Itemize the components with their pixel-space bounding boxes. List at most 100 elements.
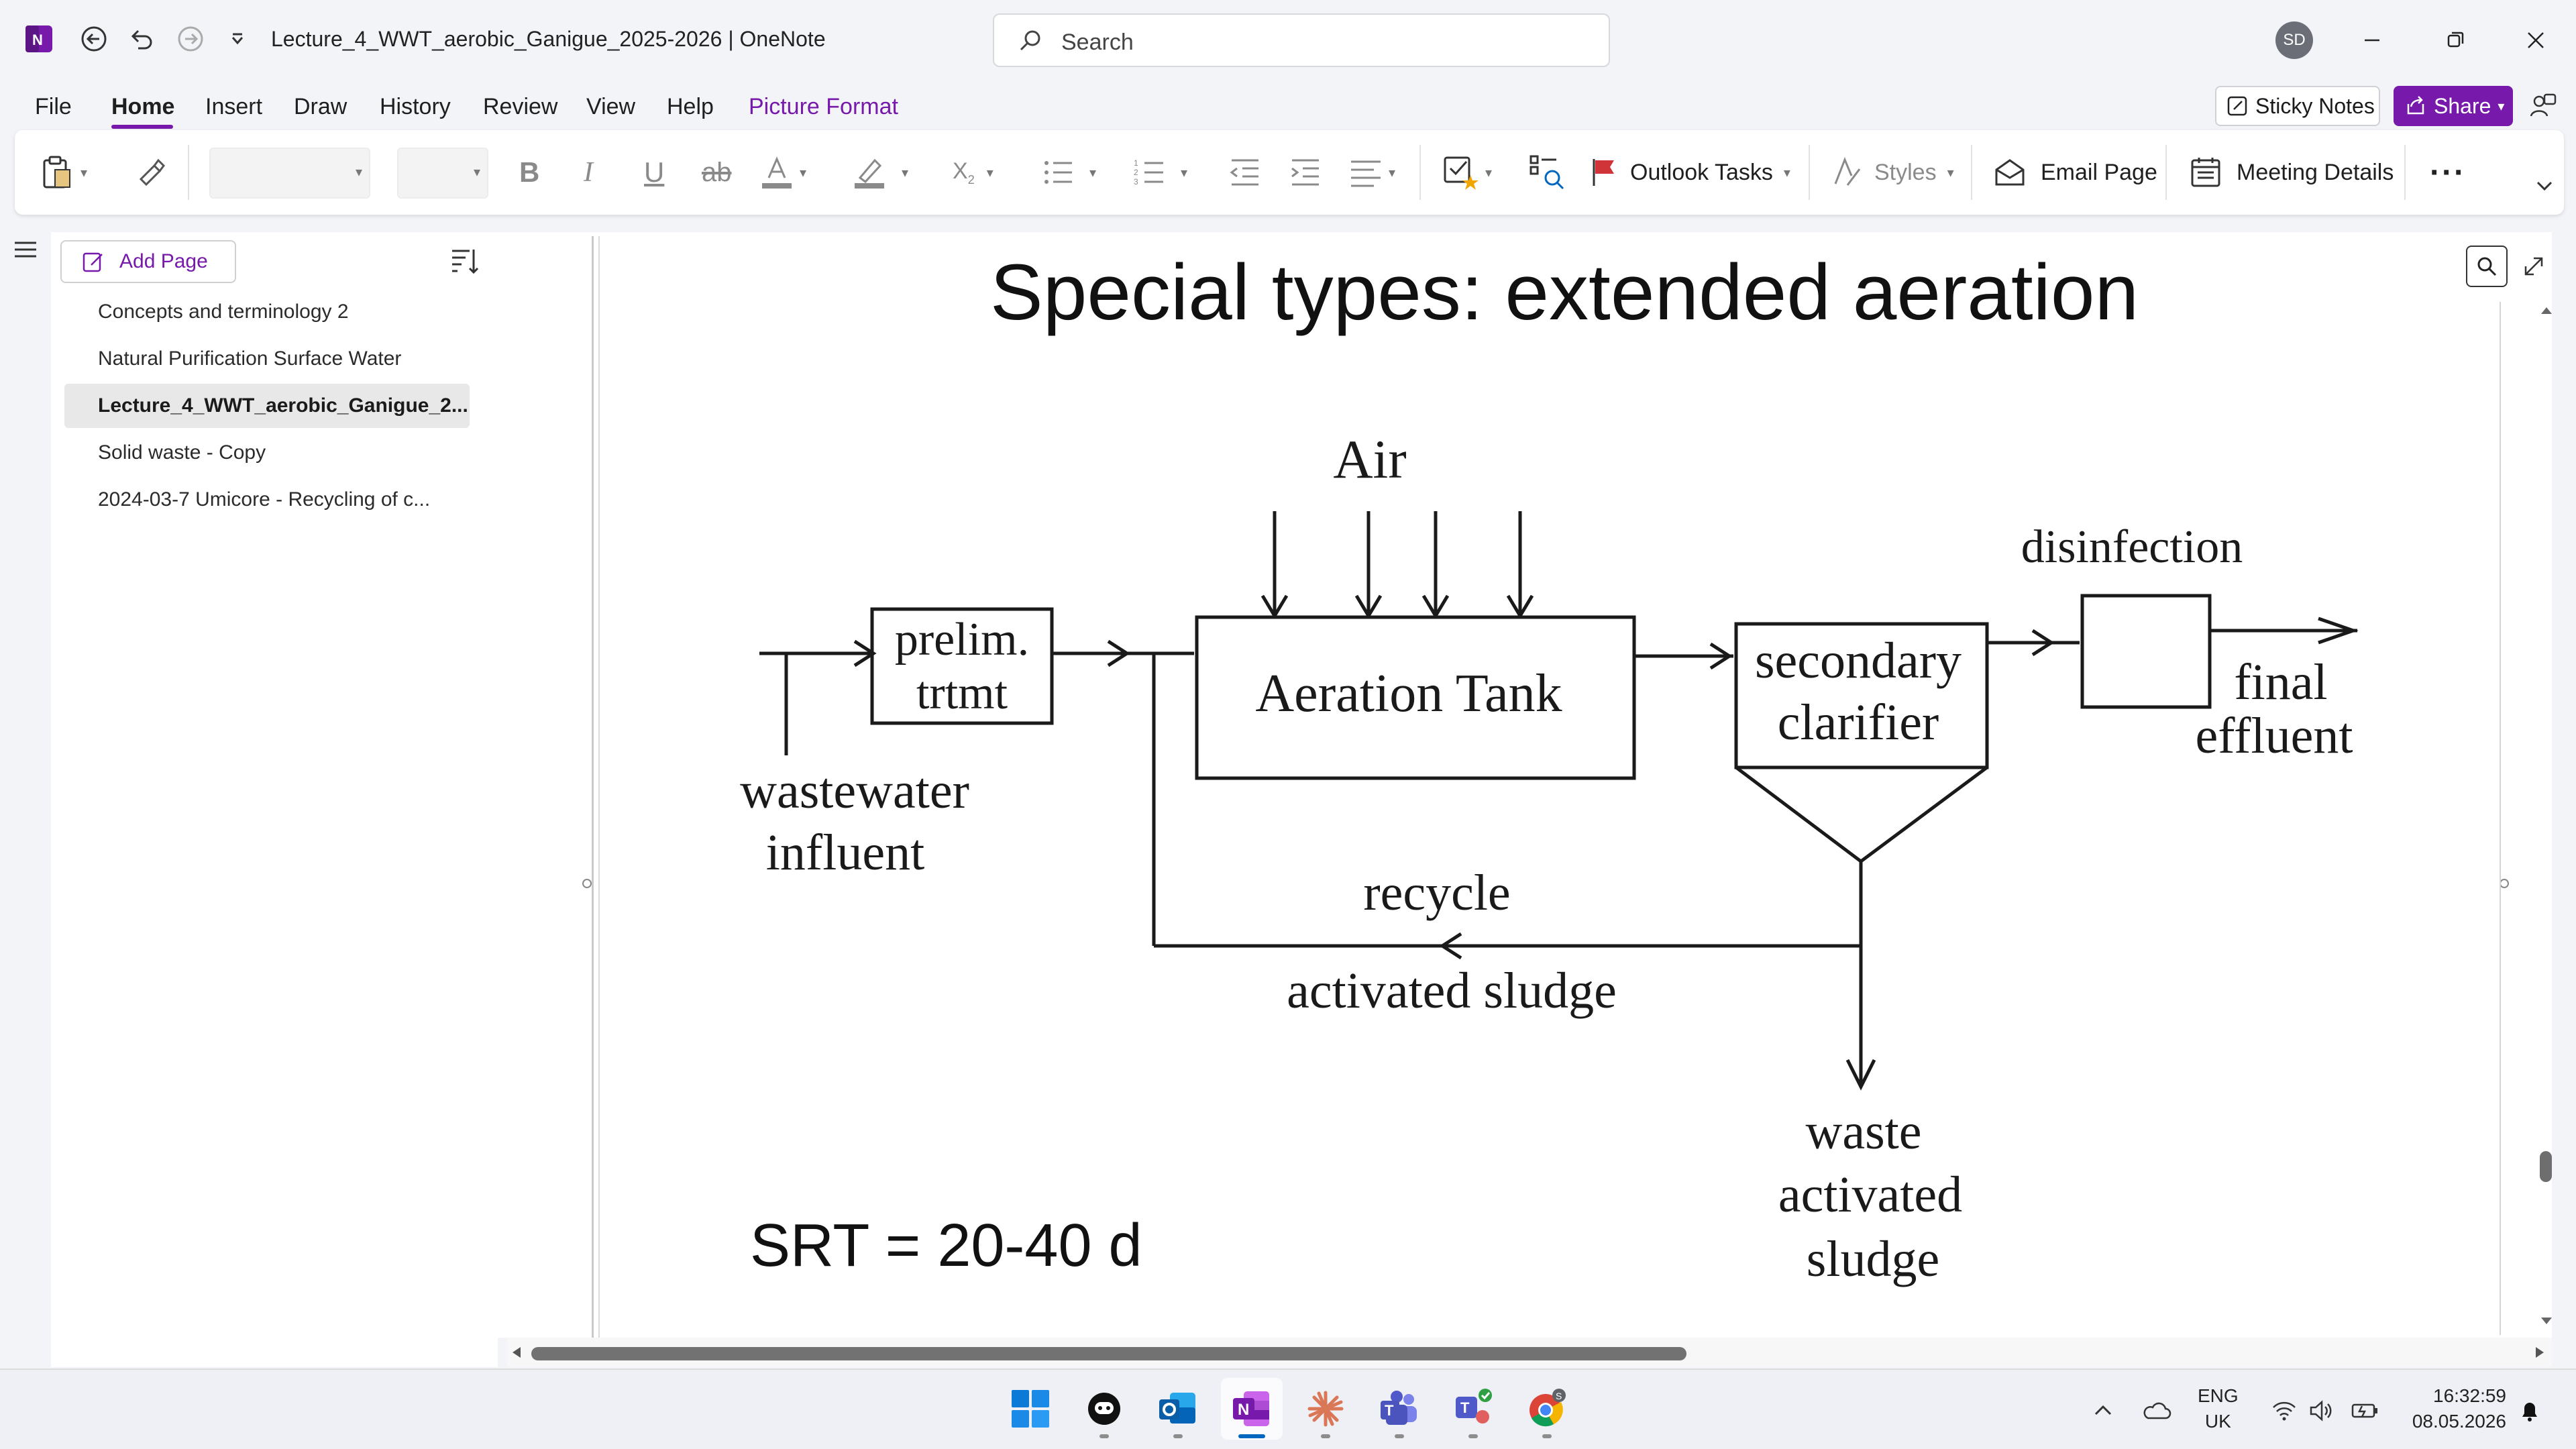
- outlook-tasks-button[interactable]: Outlook Tasks ▾: [1587, 152, 1790, 193]
- page-list-item[interactable]: Concepts and terminology 2: [64, 290, 470, 334]
- ribbon-toolbar: ▾ ▾ ▾ B I U ab ▾ ▾ X2 ▾ ▾ 123 ▾ ▾ ▾ Outl…: [15, 130, 2564, 215]
- slide-title: Special types: extended aeration: [990, 248, 2139, 337]
- clock-time: 16:32:59: [2433, 1385, 2506, 1406]
- sort-pages-icon[interactable]: [447, 244, 480, 278]
- page-list-item-active[interactable]: Lecture_4_WWT_aerobic_Ganigue_2...: [64, 384, 470, 428]
- outlook-icon[interactable]: [1147, 1378, 1209, 1440]
- scroll-up-icon[interactable]: [2538, 303, 2555, 317]
- scroll-left-icon[interactable]: [508, 1344, 525, 1360]
- bold-button[interactable]: B: [519, 152, 539, 193]
- increase-indent-button[interactable]: [1287, 152, 1324, 193]
- title-bar: N Lecture_4_WWT_aerobic_Ganigue_2025-202…: [0, 0, 2576, 79]
- styles-button[interactable]: Styles ▾: [1830, 152, 1954, 193]
- numbering-button[interactable]: 123 ▾: [1131, 152, 1187, 193]
- teams-icon[interactable]: T: [1368, 1378, 1430, 1440]
- scroll-right-icon[interactable]: [2532, 1344, 2548, 1360]
- waste-sludge-label-line1: waste: [1805, 1104, 1921, 1160]
- ribbon-collapse-button[interactable]: [2534, 165, 2555, 207]
- chevron-down-icon: ▾: [355, 165, 362, 180]
- system-clock[interactable]: 16:32:59 08.05.2026: [2399, 1383, 2506, 1434]
- quick-access-dropdown-icon[interactable]: [219, 20, 256, 58]
- chrome-icon[interactable]: S: [1516, 1378, 1578, 1440]
- close-button[interactable]: [2516, 20, 2556, 60]
- menu-view[interactable]: View: [586, 94, 635, 120]
- bullets-button[interactable]: ▾: [1040, 152, 1096, 193]
- chevron-down-icon: ▾: [902, 165, 909, 180]
- menu-picture-format[interactable]: Picture Format: [749, 94, 898, 120]
- undo-icon[interactable]: [122, 20, 160, 58]
- menu-home[interactable]: Home: [111, 94, 174, 120]
- decrease-indent-icon: [1230, 159, 1258, 186]
- share-button[interactable]: Share ▾: [2394, 86, 2513, 126]
- menu-help[interactable]: Help: [667, 94, 714, 120]
- styles-label: Styles: [1874, 159, 1937, 185]
- feedback-icon[interactable]: [2524, 87, 2563, 126]
- back-icon[interactable]: [75, 20, 113, 58]
- more-options-button[interactable]: ···: [2430, 152, 2466, 193]
- notifications-bell-icon[interactable]: [2513, 1394, 2546, 1428]
- avatar[interactable]: SD: [2275, 21, 2313, 59]
- navigation-toggle-icon[interactable]: [11, 235, 40, 264]
- menu-history[interactable]: History: [380, 94, 451, 120]
- decrease-indent-button[interactable]: [1226, 152, 1264, 193]
- menu-file[interactable]: File: [35, 94, 72, 120]
- page-list-item[interactable]: Natural Purification Surface Water: [64, 337, 470, 381]
- claude-icon[interactable]: [1295, 1378, 1356, 1440]
- language-region: UK: [2204, 1411, 2231, 1432]
- vertical-scrollbar-thumb[interactable]: [2540, 1151, 2552, 1182]
- styles-icon: [1834, 156, 1861, 186]
- forward-icon[interactable]: [172, 20, 209, 58]
- minimize-button[interactable]: [2352, 20, 2392, 60]
- chevron-down-icon: ▾: [473, 165, 480, 180]
- format-painter-button[interactable]: [134, 152, 166, 193]
- search-input[interactable]: Search: [993, 13, 1610, 67]
- page-list-item[interactable]: Solid waste - Copy: [64, 431, 470, 475]
- menu-insert[interactable]: Insert: [205, 94, 262, 120]
- chevron-down-icon: [2536, 181, 2553, 191]
- bullet-list-icon: [1044, 161, 1072, 184]
- onedrive-icon[interactable]: [2140, 1394, 2174, 1428]
- underline-button[interactable]: U: [644, 152, 664, 193]
- horizontal-scrollbar-thumb[interactable]: [531, 1347, 1686, 1360]
- add-page-icon: [83, 252, 103, 272]
- flag-icon: [1593, 159, 1614, 186]
- tag-button[interactable]: ▾: [1441, 152, 1492, 193]
- font-size-select[interactable]: ▾: [397, 148, 488, 199]
- resize-handle[interactable]: [2500, 879, 2509, 888]
- show-hidden-icons-icon[interactable]: [2086, 1394, 2120, 1428]
- wifi-icon[interactable]: [2267, 1394, 2301, 1428]
- restore-button[interactable]: [2435, 20, 2475, 60]
- onenote-icon[interactable]: N: [1221, 1378, 1283, 1440]
- font-color-button[interactable]: ▾: [758, 152, 806, 193]
- sticky-notes-label: Sticky Notes: [2255, 93, 2375, 118]
- highlight-button[interactable]: ▾: [851, 152, 908, 193]
- email-page-button[interactable]: Email Page: [1992, 152, 2157, 193]
- expand-icon[interactable]: [2516, 248, 2552, 284]
- page-list-item[interactable]: 2024-03-7 Umicore - Recycling of c...: [64, 478, 470, 522]
- running-indicator: [1173, 1434, 1183, 1438]
- add-page-button[interactable]: Add Page: [60, 240, 236, 283]
- paste-button[interactable]: ▾: [39, 152, 87, 193]
- menu-review[interactable]: Review: [483, 94, 557, 120]
- sticky-notes-button[interactable]: Sticky Notes: [2215, 86, 2380, 126]
- menu-draw[interactable]: Draw: [294, 94, 347, 120]
- italic-button[interactable]: I: [584, 152, 593, 193]
- alignment-button[interactable]: ▾: [1347, 152, 1395, 193]
- chevron-down-icon: ▾: [800, 165, 807, 180]
- copilot-icon[interactable]: [1073, 1378, 1135, 1440]
- meeting-details-button[interactable]: Meeting Details: [2188, 152, 2394, 193]
- search-placeholder: Search: [1061, 30, 1134, 55]
- teams-classic-icon[interactable]: T: [1442, 1378, 1504, 1440]
- scroll-down-icon[interactable]: [2538, 1315, 2555, 1328]
- strikethrough-button[interactable]: ab: [702, 152, 732, 193]
- resize-handle[interactable]: [582, 879, 592, 888]
- volume-icon[interactable]: [2305, 1394, 2339, 1428]
- subscript-button[interactable]: X2 ▾: [953, 152, 994, 193]
- windows-start-icon[interactable]: [1000, 1378, 1061, 1440]
- ribbon-separator: [2404, 145, 2406, 200]
- font-family-select[interactable]: ▾: [209, 148, 370, 199]
- find-tags-button[interactable]: [1527, 152, 1567, 193]
- battery-icon[interactable]: [2348, 1394, 2381, 1428]
- language-indicator[interactable]: ENG UK: [2198, 1383, 2239, 1434]
- zoom-button[interactable]: [2466, 246, 2508, 287]
